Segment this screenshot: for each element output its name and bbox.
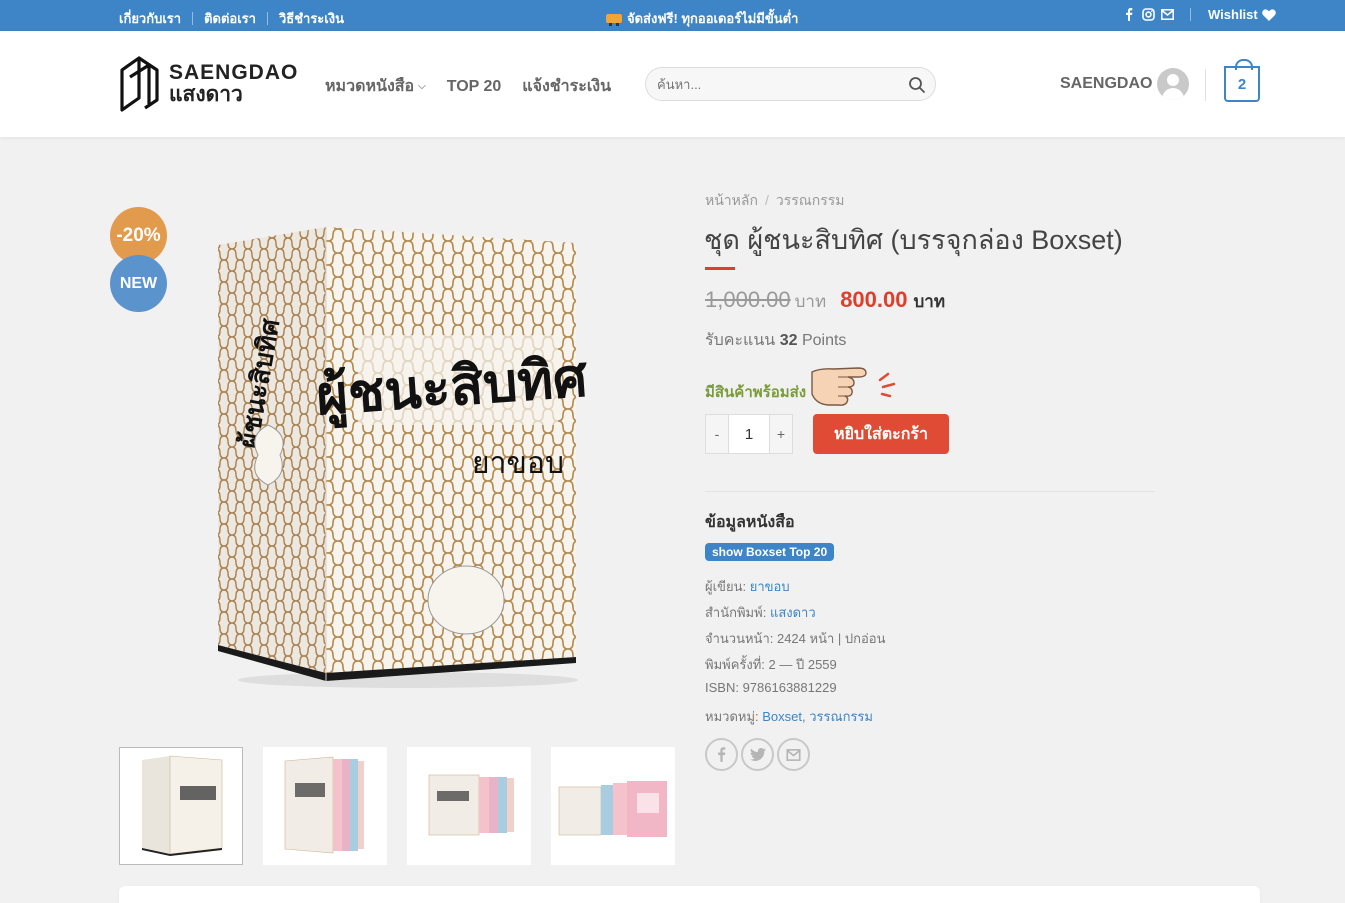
quantity-input[interactable]: 1 xyxy=(728,415,770,453)
thumbnail-1[interactable] xyxy=(119,747,243,865)
top-bar: เกี่ยวกับเรา ติดต่อเรา วิธีชำระเงิน จัดส… xyxy=(0,0,1345,31)
stock-status: มีสินค้าพร้อมส่ง xyxy=(705,384,807,401)
pages-row: จำนวนหน้า: 2424 หน้า | ปกอ่อน xyxy=(705,631,886,646)
quantity-plus-button[interactable]: + xyxy=(770,415,792,453)
top-social: Wishlist xyxy=(1122,7,1276,22)
breadcrumb-separator: / xyxy=(764,192,769,208)
facebook-icon[interactable] xyxy=(1122,8,1136,22)
divider xyxy=(266,12,268,25)
promo-text: จัดส่งฟรี! ทุกออเดอร์ไม่มีขั้นต่ำ xyxy=(627,11,799,26)
wishlist-link[interactable]: Wishlist xyxy=(1208,7,1276,22)
breadcrumb-home[interactable]: หน้าหลัก xyxy=(705,192,758,208)
author-link[interactable]: ยาขอบ xyxy=(750,579,790,594)
price-block: 1,000.00 บาท 800.00 บาท xyxy=(705,287,945,315)
top-link-payment-howto[interactable]: วิธีชำระเงิน xyxy=(279,8,344,29)
instagram-icon[interactable] xyxy=(1141,8,1155,22)
email-icon[interactable] xyxy=(1160,8,1174,22)
wishlist-label: Wishlist xyxy=(1208,7,1258,22)
search-box xyxy=(645,67,936,101)
thumbnail-4[interactable] xyxy=(551,747,675,865)
truck-icon xyxy=(606,14,622,26)
category-link-literature[interactable]: วรรณกรรม xyxy=(809,709,873,724)
nav-item-top20[interactable]: TOP 20 xyxy=(447,78,502,96)
top-link-contact[interactable]: ติดต่อเรา xyxy=(204,8,256,29)
sale-price-currency: บาท xyxy=(913,292,946,311)
edition-row: พิมพ์ครั้งที่: 2 — ปี 2559 xyxy=(705,657,837,672)
category-row: หมวดหมู่: Boxset, วรรณกรรม xyxy=(705,709,873,724)
cart-count: 2 xyxy=(1237,75,1247,93)
site-header: SAENGDAO แสงดาว หมวดหนังสือ ⌵ TOP 20 แจ้… xyxy=(0,31,1345,137)
breadcrumb: หน้าหลัก / วรรณกรรม xyxy=(705,190,844,212)
quantity-minus-button[interactable]: - xyxy=(706,415,728,453)
share-email-button[interactable] xyxy=(777,738,810,771)
nav-item-categories[interactable]: หมวดหนังสือ ⌵ xyxy=(325,74,426,99)
points-value: 32 xyxy=(779,332,798,349)
publisher-label: สำนักพิมพ์: xyxy=(705,605,767,620)
product-title: ชุด ผู้ชนะสิบทิศ (บรรจุกล่อง Boxset) xyxy=(704,225,1123,255)
account-link[interactable]: SAENGDAO xyxy=(1060,68,1190,100)
site-logo[interactable]: SAENGDAO แสงดาว xyxy=(119,54,298,114)
chevron-down-icon: ⌵ xyxy=(418,81,426,92)
divider xyxy=(192,12,194,25)
breadcrumb-category[interactable]: วรรณกรรม xyxy=(776,192,845,208)
divider xyxy=(1190,8,1191,21)
search-input[interactable] xyxy=(657,77,897,92)
share-facebook-button[interactable] xyxy=(705,738,738,771)
points-label: รับคะแนน xyxy=(705,332,776,349)
nav-label: TOP 20 xyxy=(446,77,502,95)
email-icon xyxy=(786,748,801,761)
publisher-row: สำนักพิมพ์: แสงดาว xyxy=(705,602,816,623)
author-label: ผู้เขียน: xyxy=(705,579,747,594)
pointing-hand-icon xyxy=(811,367,896,406)
divider xyxy=(1205,69,1206,101)
thumbnail-2[interactable] xyxy=(263,747,387,865)
add-to-cart-button[interactable]: หยิบใส่ตะกร้า xyxy=(813,414,949,454)
publisher-link[interactable]: แสงดาว xyxy=(770,605,816,620)
top-link-about[interactable]: เกี่ยวกับเรา xyxy=(119,8,181,29)
title-divider xyxy=(705,267,735,270)
main-nav: หมวดหนังสือ ⌵ TOP 20 แจ้งชำระเงิน xyxy=(325,74,632,99)
nav-item-payment[interactable]: แจ้งชำระเงิน xyxy=(522,74,611,99)
quantity-stepper: - 1 + xyxy=(705,414,793,454)
product-tabs-card xyxy=(119,886,1260,903)
promo-banner: จัดส่งฟรี! ทุกออเดอร์ไม่มีขั้นต่ำ xyxy=(606,8,798,29)
isbn-row: ISBN: 9786163881229 xyxy=(705,680,837,695)
category-label: หมวดหมู่: xyxy=(705,709,759,724)
sale-price: 800.00 xyxy=(840,287,908,312)
top-links: เกี่ยวกับเรา ติดต่อเรา วิธีชำระเงิน xyxy=(119,8,344,29)
category-link-boxset[interactable]: Boxset xyxy=(762,709,802,724)
search-icon[interactable] xyxy=(908,76,926,94)
nav-label: หมวดหนังสือ xyxy=(325,78,415,95)
svg-text:ยาขอบ: ยาขอบ xyxy=(472,447,564,480)
points-unit: Points xyxy=(801,332,847,349)
heart-icon xyxy=(1261,8,1276,21)
avatar xyxy=(1157,68,1190,100)
cart-button[interactable]: 2 xyxy=(1224,59,1260,102)
product-tag[interactable]: show Boxset Top 20 xyxy=(705,543,835,561)
logo-text-th: แสงดาว xyxy=(169,83,243,106)
nav-label: แจ้งชำระเงิน xyxy=(522,78,612,95)
twitter-icon xyxy=(749,748,766,761)
facebook-icon xyxy=(718,747,726,762)
old-price-currency: บาท xyxy=(794,292,827,311)
account-name: SAENGDAO xyxy=(1060,75,1153,92)
logo-mark-icon xyxy=(120,56,159,112)
author-row: ผู้เขียน: ยาขอบ xyxy=(705,576,790,597)
old-price: 1,000.00 xyxy=(705,287,791,312)
book-info-title: ข้อมูลหนังสือ xyxy=(705,514,795,531)
product-main-image[interactable]: ผู้ชนะสิบทิศ ยาขอบ ผู้ชนะสิบทิศ xyxy=(208,205,588,695)
thumbnail-3[interactable] xyxy=(407,747,531,865)
logo-text-en: SAENGDAO xyxy=(169,61,299,84)
share-twitter-button[interactable] xyxy=(741,738,774,771)
new-badge: NEW xyxy=(110,255,167,312)
divider xyxy=(705,491,1155,492)
